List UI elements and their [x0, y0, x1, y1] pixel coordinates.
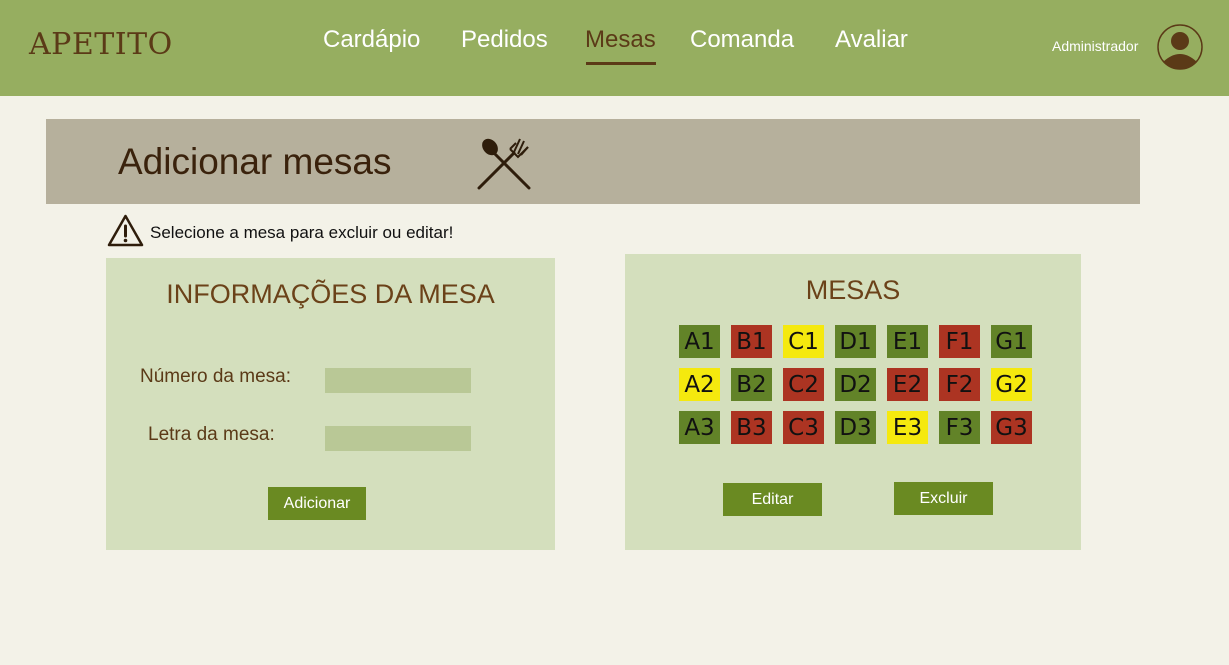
table-cell-b3[interactable]: B3: [731, 411, 772, 444]
table-cell-a3[interactable]: A3: [679, 411, 720, 444]
table-number-label: Número da mesa:: [140, 366, 292, 387]
delete-table-button[interactable]: Excluir: [894, 482, 993, 515]
add-table-button[interactable]: Adicionar: [268, 487, 366, 520]
nav-item-comanda[interactable]: Comanda: [690, 26, 794, 54]
tables-title: MESAS: [805, 275, 901, 305]
warning-text: Selecione a mesa para excluir ou editar!: [150, 223, 454, 242]
table-info-panel: INFORMAÇÕES DA MESA Número da mesa: Letr…: [106, 258, 555, 550]
table-letter-input[interactable]: [325, 426, 471, 451]
table-cell-c3[interactable]: C3: [783, 411, 824, 444]
table-cell-d1[interactable]: D1: [835, 325, 876, 358]
tables-panel: MESAS A1 B1 C1 D1 E1 F1 G1 A2 B2 C2 D2 E2 F2 G2 A3 B3 C3…: [625, 254, 1081, 550]
table-cell-g1[interactable]: G1: [991, 325, 1032, 358]
table-cell-g3[interactable]: G3: [991, 411, 1032, 444]
page-banner: Adicionar mesas: [46, 119, 1140, 204]
tables-grid: A1 B1 C1 D1 E1 F1 G1 A2 B2 C2 D2 E2 F2 G2 A3 B3 C3 D3 E3 F3…: [679, 325, 1032, 444]
table-cell-e1[interactable]: E1: [887, 325, 928, 358]
table-cell-f2[interactable]: F2: [939, 368, 980, 401]
nav-item-mesas[interactable]: Mesas: [585, 26, 656, 54]
edit-table-button[interactable]: Editar: [723, 483, 822, 516]
table-cell-f1[interactable]: F1: [939, 325, 980, 358]
table-cell-f3[interactable]: F3: [939, 411, 980, 444]
warning-icon: [107, 214, 144, 247]
table-cell-c1[interactable]: C1: [783, 325, 824, 358]
app-logo[interactable]: APETITO: [29, 27, 173, 62]
page-title: Adicionar mesas: [118, 141, 392, 182]
table-cell-a2[interactable]: A2: [679, 368, 720, 401]
user-avatar-icon[interactable]: [1157, 24, 1203, 70]
table-cell-g2[interactable]: G2: [991, 368, 1032, 401]
table-cell-d2[interactable]: D2: [835, 368, 876, 401]
table-cell-e2[interactable]: E2: [887, 368, 928, 401]
table-cell-b2[interactable]: B2: [731, 368, 772, 401]
table-cell-d3[interactable]: D3: [835, 411, 876, 444]
table-cell-b1[interactable]: B1: [731, 325, 772, 358]
table-letter-label: Letra da mesa:: [148, 424, 275, 445]
table-number-input[interactable]: [325, 368, 471, 393]
nav-item-pedidos[interactable]: Pedidos: [461, 26, 548, 54]
table-cell-a1[interactable]: A1: [679, 325, 720, 358]
nav-item-cardapio[interactable]: Cardápio: [323, 26, 420, 54]
table-info-title: INFORMAÇÕES DA MESA: [166, 279, 495, 309]
nav-item-avaliar[interactable]: Avaliar: [835, 26, 908, 54]
top-navbar: APETITO Cardápio Pedidos Mesas Comanda A…: [0, 0, 1229, 96]
nav-active-indicator: [586, 62, 656, 65]
cutlery-icon: [477, 138, 531, 190]
table-cell-c2[interactable]: C2: [783, 368, 824, 401]
table-cell-e3[interactable]: E3: [887, 411, 928, 444]
user-name[interactable]: Administrador: [1052, 38, 1138, 54]
